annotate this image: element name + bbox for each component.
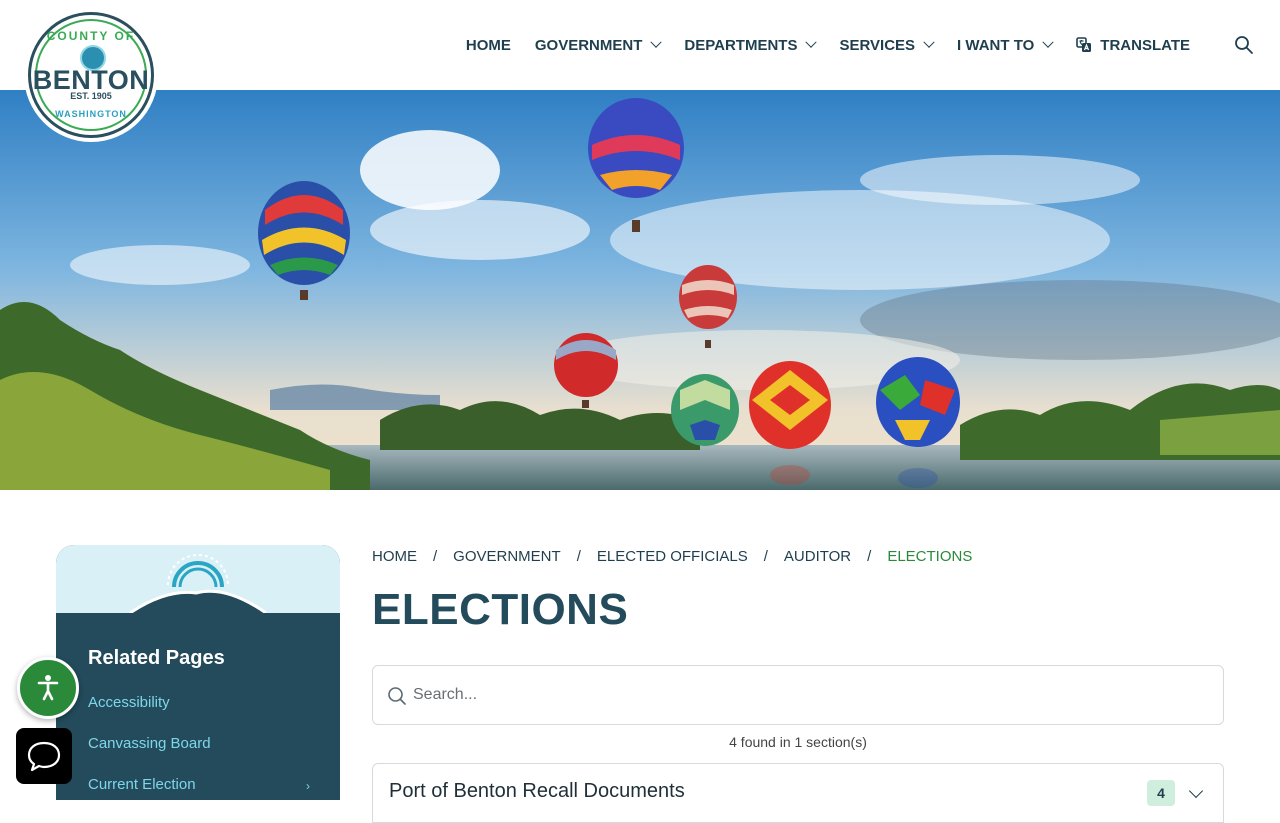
chat-bubble-icon xyxy=(27,741,61,772)
nav-i-want-to[interactable]: I WANT TO xyxy=(957,36,1054,54)
site-header: HOME GOVERNMENT DEPARTMENTS SERVICES I W… xyxy=(0,0,1280,90)
logo-state: WASHINGTON xyxy=(55,109,127,119)
chat-button[interactable] xyxy=(16,728,72,784)
chevron-down-icon[interactable] xyxy=(1188,783,1204,799)
breadcrumb-separator: / xyxy=(576,548,581,565)
breadcrumb-current: ELECTIONS xyxy=(887,548,973,565)
breadcrumb-elected-officials[interactable]: ELECTED OFFICIALS xyxy=(597,548,748,565)
related-pages-sidebar: Related Pages Accessibility Canvassing B… xyxy=(56,545,340,800)
chevron-down-icon xyxy=(1042,36,1054,48)
nav-i-want-to-label: I WANT TO xyxy=(957,36,1035,54)
translate-button[interactable]: TRANSLATE xyxy=(1076,37,1190,54)
breadcrumb: HOME / GOVERNMENT / ELECTED OFFICIALS / … xyxy=(372,548,972,565)
logo-top-text: COUNTY OF xyxy=(46,29,136,43)
accessibility-button[interactable] xyxy=(17,657,79,719)
search-result-count: 4 found in 1 section(s) xyxy=(729,734,867,750)
chevron-right-icon[interactable]: › xyxy=(306,779,310,793)
translate-icon xyxy=(1076,37,1092,52)
main-nav: HOME GOVERNMENT DEPARTMENTS SERVICES I W… xyxy=(442,28,1254,62)
breadcrumb-home[interactable]: HOME xyxy=(372,548,417,565)
breadcrumb-separator: / xyxy=(433,548,438,565)
accessibility-icon xyxy=(37,675,59,701)
sun-over-hill-icon xyxy=(129,554,267,615)
accordion-item[interactable]: Port of Benton Recall Documents 4 xyxy=(372,763,1224,823)
logo-established: EST. 1905 xyxy=(70,91,112,101)
search-icon[interactable] xyxy=(1234,35,1254,55)
nav-departments-label: DEPARTMENTS xyxy=(684,36,798,54)
nav-government-label: GOVERNMENT xyxy=(534,36,643,54)
chevron-down-icon xyxy=(650,36,663,48)
search-input[interactable] xyxy=(413,676,1203,714)
sidebar-link-accessibility[interactable]: Accessibility xyxy=(88,694,170,711)
chevron-down-icon xyxy=(923,36,935,48)
hero-banner-image xyxy=(0,90,1280,490)
breadcrumb-separator: / xyxy=(867,548,872,565)
breadcrumb-government[interactable]: GOVERNMENT xyxy=(453,548,561,565)
chevron-down-icon xyxy=(805,36,818,48)
search-icon xyxy=(388,687,406,705)
sidebar-heading: Related Pages xyxy=(88,647,225,669)
nav-services[interactable]: SERVICES xyxy=(839,36,935,54)
search-box[interactable] xyxy=(372,665,1224,725)
nav-departments[interactable]: DEPARTMENTS xyxy=(684,36,818,54)
accordion-count-badge: 4 xyxy=(1147,780,1175,806)
sidebar-link-canvassing-board[interactable]: Canvassing Board xyxy=(88,735,211,752)
county-logo[interactable]: COUNTY OF BENTON EST. 1905 WASHINGTON xyxy=(28,12,154,138)
translate-label: TRANSLATE xyxy=(1100,36,1190,54)
nav-home-label: HOME xyxy=(465,36,511,54)
page-title: ELECTIONS xyxy=(372,585,629,634)
breadcrumb-separator: / xyxy=(763,548,768,565)
nav-government[interactable]: GOVERNMENT xyxy=(534,36,663,54)
sidebar-link-current-election[interactable]: Current Election xyxy=(88,776,196,793)
sidebar-banner xyxy=(56,545,340,615)
breadcrumb-auditor[interactable]: AUDITOR xyxy=(784,548,851,565)
nav-home[interactable]: HOME xyxy=(466,37,511,54)
nav-services-label: SERVICES xyxy=(839,36,916,54)
